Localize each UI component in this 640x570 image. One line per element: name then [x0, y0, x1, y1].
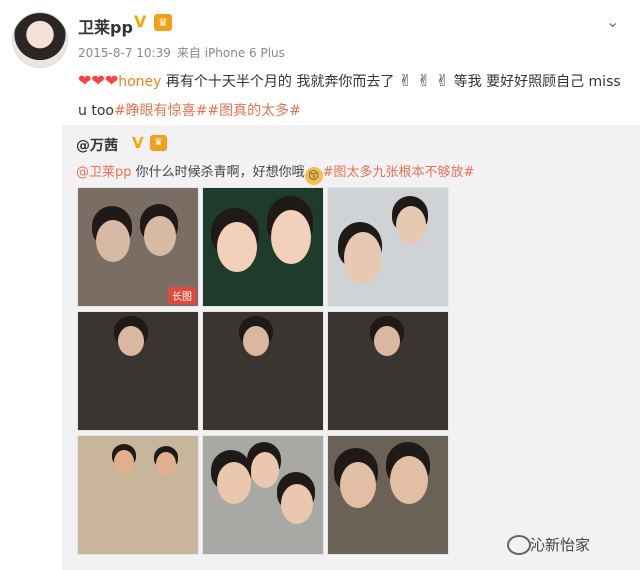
- photo-grid: 长图: [77, 187, 449, 557]
- post-text-honey: honey: [118, 74, 162, 90]
- post-meta: 2015-8-7 10:39 来自 iPhone 6 Plus: [78, 44, 291, 61]
- vip-badge-icon: ♛: [154, 14, 172, 31]
- repost-text: @卫莱pp 你什么时候杀青啊，好想你哦 😚 #图太多九张根本不够放#: [76, 161, 474, 185]
- post-source[interactable]: 来自 iPhone 6 Plus: [177, 46, 285, 60]
- repost-card[interactable]: @万茜 V ♛ @卫莱pp 你什么时候杀青啊，好想你哦 😚 #图太多九张根本不够放#…: [62, 125, 640, 570]
- long-image-tag: 长图: [168, 287, 196, 304]
- photo-thumbnail[interactable]: [202, 311, 324, 431]
- watermark-text: 沁新怡家: [530, 536, 591, 554]
- photo-thumbnail[interactable]: [202, 435, 324, 555]
- weibo-post: 卫莱pp V ♛ ⌄ 2015-8-7 10:39 来自 iPhone 6 Plu…: [0, 0, 640, 125]
- chevron-down-icon[interactable]: ⌄: [606, 12, 619, 31]
- hashtag-link[interactable]: #睁眼有惊喜#: [114, 103, 207, 119]
- kiss-emoji-icon: 😚: [304, 167, 323, 185]
- post-text-wait: 等我 要好好照顾自己: [449, 74, 585, 90]
- verified-badge-icon: V: [132, 134, 144, 152]
- photo-thumbnail[interactable]: [202, 187, 324, 307]
- mention-link[interactable]: @卫莱pp: [76, 165, 132, 180]
- photo-thumbnail[interactable]: [327, 311, 449, 431]
- photo-thumbnail[interactable]: [327, 187, 449, 307]
- avatar[interactable]: [12, 12, 68, 68]
- repost-author[interactable]: @万茜: [76, 135, 118, 155]
- wechat-icon: [507, 535, 531, 555]
- photo-thumbnail[interactable]: [327, 435, 449, 555]
- repost-text-body: 你什么时候杀青啊，好想你哦: [131, 165, 305, 180]
- verified-badge-icon: V: [134, 12, 147, 31]
- hashtag-link[interactable]: #图太多九张根本不够放#: [323, 165, 475, 180]
- post-timestamp: 2015-8-7 10:39: [78, 46, 171, 60]
- photo-thumbnail[interactable]: 长图: [77, 187, 199, 307]
- post-body: ❤❤❤honey 再有个十天半个月的 我就奔你而去了 ✌ ✌ ✌ 等我 要好好照…: [78, 66, 623, 126]
- victory-emoji-icon: ✌ ✌ ✌: [398, 71, 450, 90]
- photo-thumbnail[interactable]: [77, 311, 199, 431]
- vip-badge-icon: ♛: [150, 135, 167, 151]
- post-text-main: 再有个十天半个月的 我就奔你而去了: [161, 74, 395, 90]
- post-author[interactable]: 卫莱pp: [78, 14, 133, 38]
- heart-emoji-icon: ❤❤❤: [78, 71, 119, 90]
- photo-thumbnail[interactable]: [77, 435, 199, 555]
- hashtag-link[interactable]: #图真的太多#: [207, 103, 300, 119]
